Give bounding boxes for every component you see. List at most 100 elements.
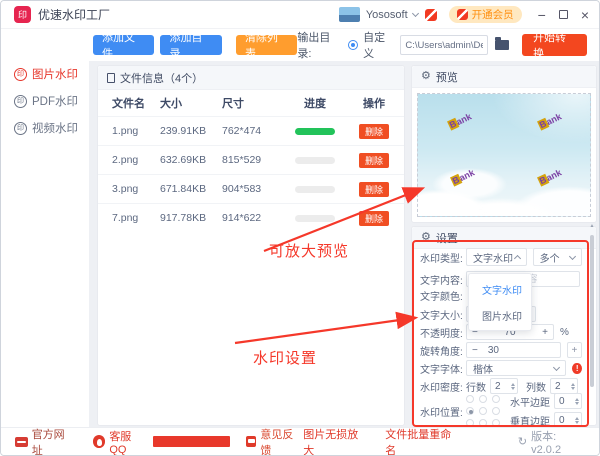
col-filename: 文件名 xyxy=(112,98,145,110)
sidebar-item-label: 图片水印 xyxy=(32,69,78,81)
font-value: 楷体 xyxy=(473,364,493,376)
hmargin-label: 水平边距 xyxy=(510,397,550,409)
custom-output-label: 自定义 xyxy=(363,32,386,60)
add-directory-button[interactable]: 添加目录 xyxy=(160,32,222,60)
feedback-link[interactable]: 意见反馈 xyxy=(245,426,304,456)
spinner-arrows-icon[interactable] xyxy=(575,397,579,405)
sidebar-item-label: PDF水印 xyxy=(32,96,78,108)
file-dimensions: 904*583 xyxy=(222,183,262,195)
sidebar-item-image-watermark[interactable]: 印 图片水印 xyxy=(1,64,78,84)
minus-icon[interactable]: − xyxy=(472,345,478,356)
cols-spinner[interactable]: 2 xyxy=(550,378,578,394)
close-button[interactable]: × xyxy=(581,8,589,22)
website-icon xyxy=(15,436,28,447)
vip-upgrade-button[interactable]: 开通会员 xyxy=(448,6,522,23)
watermark-type-select[interactable]: 文字水印 xyxy=(466,248,527,266)
position-radio[interactable] xyxy=(479,395,487,403)
preview-title: 预览 xyxy=(435,71,458,84)
rotation-input[interactable]: − 30 xyxy=(466,342,561,358)
preview-image[interactable]: Bank Bank Bank Bank xyxy=(417,93,591,217)
dropdown-option-image-watermark[interactable]: 图片水印 xyxy=(469,302,531,328)
delete-button[interactable]: 删除 xyxy=(359,152,389,168)
watermark-type-value: 文字水印 xyxy=(473,253,513,265)
watermark-type-dropdown: 文字水印 图片水印 xyxy=(468,273,532,331)
file-size: 917.78KB xyxy=(160,212,207,224)
position-radio[interactable] xyxy=(466,395,474,403)
hmargin-row: 水平边距 0 xyxy=(510,393,582,409)
watermark-count-select[interactable]: 多个 xyxy=(532,248,582,266)
watermark-sample: Bank xyxy=(450,167,477,187)
title-bar: 印 优速水印工厂 Yososoft 开通会员 − × xyxy=(1,1,599,29)
position-radio-selected[interactable] xyxy=(466,407,474,415)
support-qq-link[interactable]: 客服QQ xyxy=(92,428,230,455)
rows-spinner[interactable]: 2 xyxy=(490,378,518,394)
position-label: 水印位置: xyxy=(420,407,463,419)
file-info-title: 文件信息（4个） xyxy=(120,72,204,85)
scrollbar-thumb[interactable] xyxy=(590,235,594,387)
spinner-arrows-icon[interactable] xyxy=(511,382,515,390)
file-name: 7.png xyxy=(112,212,139,224)
delete-button[interactable]: 删除 xyxy=(359,123,389,139)
rotation-plus-button[interactable]: + xyxy=(566,342,582,358)
document-icon xyxy=(107,72,115,83)
plus-icon[interactable]: + xyxy=(542,327,548,338)
file-dimensions: 762*474 xyxy=(222,125,262,137)
start-convert-button[interactable]: 开始转换 xyxy=(522,32,588,60)
scroll-up-icon[interactable]: ▲ xyxy=(589,223,595,229)
file-size: 239.91KB xyxy=(160,125,207,137)
dropdown-option-text-watermark[interactable]: 文字水印 xyxy=(469,276,531,302)
table-row: 7.png 917.78KB 914*622 删除 xyxy=(98,203,404,232)
font-select[interactable]: 楷体 xyxy=(466,360,567,376)
qq-icon xyxy=(92,435,106,448)
account-chevron-down-icon[interactable] xyxy=(411,9,419,18)
rotation-label: 旋转角度: xyxy=(420,346,463,358)
output-path-input[interactable] xyxy=(400,35,489,55)
sidebar-item-pdf-watermark[interactable]: 印 PDF水印 xyxy=(1,91,78,111)
browse-folder-icon[interactable] xyxy=(495,37,510,50)
file-info-panel: 文件信息（4个） 文件名 大小 尺寸 进度 操作 1.png 239.91KB … xyxy=(97,65,405,426)
preview-header: ⚙ 预览 xyxy=(412,66,596,88)
progress-bar xyxy=(295,127,335,135)
feedback-label: 意见反馈 xyxy=(260,428,294,456)
app-window: 印 优速水印工厂 Yososoft 开通会员 − × 添加文件 添加目录 清除列… xyxy=(0,0,600,456)
rotation-value: 30 xyxy=(487,344,499,356)
file-name: 2.png xyxy=(112,154,139,166)
watermark-rest: ank xyxy=(544,111,564,128)
table-row: 1.png 239.91KB 762*474 删除 xyxy=(98,116,404,145)
delete-button[interactable]: 删除 xyxy=(359,181,389,197)
official-site-link[interactable]: 官方网址 xyxy=(15,426,75,455)
add-file-button[interactable]: 添加文件 xyxy=(93,32,155,60)
col-progress: 进度 xyxy=(304,98,326,110)
file-dimensions: 815*529 xyxy=(222,154,262,166)
settings-scrollbar[interactable]: ▲ xyxy=(589,223,595,423)
clear-list-button[interactable]: 清除列表 xyxy=(235,32,298,60)
position-radio[interactable] xyxy=(492,395,500,403)
opacity-unit: % xyxy=(560,326,569,338)
app-logo-icon: 印 xyxy=(14,6,31,23)
progress-bar xyxy=(295,156,335,164)
user-avatar[interactable] xyxy=(338,7,360,22)
col-size: 大小 xyxy=(160,98,182,110)
file-name: 3.png xyxy=(112,183,139,195)
batch-rename-link[interactable]: 文件批量重命名 xyxy=(385,426,460,456)
lossless-upscale-link[interactable]: 图片无损放大 xyxy=(303,426,367,456)
account-name[interactable]: Yososoft xyxy=(366,9,408,21)
text-size-label: 文字大小: xyxy=(420,310,463,322)
delete-button[interactable]: 删除 xyxy=(359,210,389,226)
spinner-arrows-icon[interactable] xyxy=(571,382,575,390)
maximize-button[interactable] xyxy=(558,10,568,19)
sidebar-item-video-watermark[interactable]: 印 视频水印 xyxy=(1,118,78,138)
custom-output-radio[interactable] xyxy=(348,40,359,50)
minimize-button[interactable]: − xyxy=(538,8,546,22)
refresh-icon[interactable]: ↻ xyxy=(518,435,527,448)
progress-bar xyxy=(295,214,335,222)
feedback-icon xyxy=(245,436,257,447)
hmargin-spinner[interactable]: 0 xyxy=(554,393,582,409)
vmargin-value: 0 xyxy=(559,414,565,426)
spinner-arrows-icon[interactable] xyxy=(575,416,579,424)
seal-icon: 印 xyxy=(14,121,27,135)
position-radio[interactable] xyxy=(479,407,487,415)
position-radio[interactable] xyxy=(492,407,500,415)
watermark-rest: ank xyxy=(457,167,477,184)
watermark-count-value: 多个 xyxy=(539,253,560,265)
